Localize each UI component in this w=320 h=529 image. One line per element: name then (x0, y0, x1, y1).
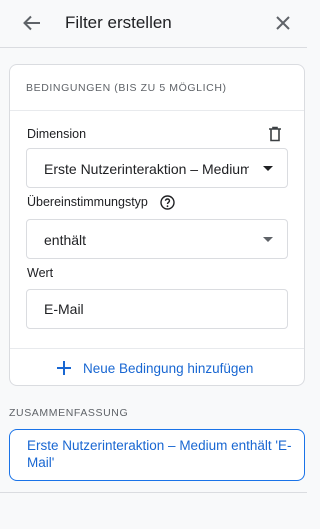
conditions-footer-divider (10, 348, 304, 349)
bottom-divider (0, 492, 307, 493)
close-icon (276, 16, 290, 30)
match-type-help-button[interactable] (160, 195, 175, 210)
close-button[interactable] (272, 12, 294, 34)
delete-condition-button[interactable] (268, 126, 282, 142)
summary-box[interactable]: Erste Nutzerinteraktion – Medium enthält… (9, 429, 305, 481)
chevron-down-icon (263, 237, 273, 242)
match-type-label: Übereinstimmungstyp (27, 195, 148, 209)
add-condition-button[interactable]: Neue Bedingung hinzufügen (56, 356, 253, 380)
chevron-down-icon (263, 166, 273, 171)
value-label: Wert (27, 266, 54, 280)
header-divider (0, 47, 307, 48)
page-title: Filter erstellen (65, 13, 172, 32)
add-condition-label: Neue Bedingung hinzufügen (83, 360, 254, 376)
summary-text: Erste Nutzerinteraktion – Medium enthält… (27, 438, 292, 470)
match-type-value: enthält (44, 232, 87, 248)
plus-icon (57, 361, 71, 375)
summary-heading: ZUSAMMENFASSUNG (9, 407, 129, 419)
dimension-select[interactable]: Erste Nutzerinteraktion – Medium (26, 148, 288, 188)
arrow-back-icon (23, 15, 40, 31)
conditions-card: BEDINGUNGEN (BIS ZU 5 MÖGLICH) Dimension… (9, 64, 305, 386)
back-button[interactable] (19, 11, 45, 35)
match-type-select[interactable]: enthält (26, 219, 288, 259)
help-icon (160, 195, 175, 210)
conditions-divider (10, 110, 304, 111)
dimension-value: Erste Nutzerinteraktion – Medium (44, 161, 249, 177)
trash-icon (269, 126, 281, 142)
dimension-label: Dimension (27, 127, 87, 141)
value-input[interactable] (26, 289, 288, 329)
conditions-heading: BEDINGUNGEN (BIS ZU 5 MÖGLICH) (26, 82, 227, 94)
panel-header: Filter erstellen (0, 0, 307, 46)
